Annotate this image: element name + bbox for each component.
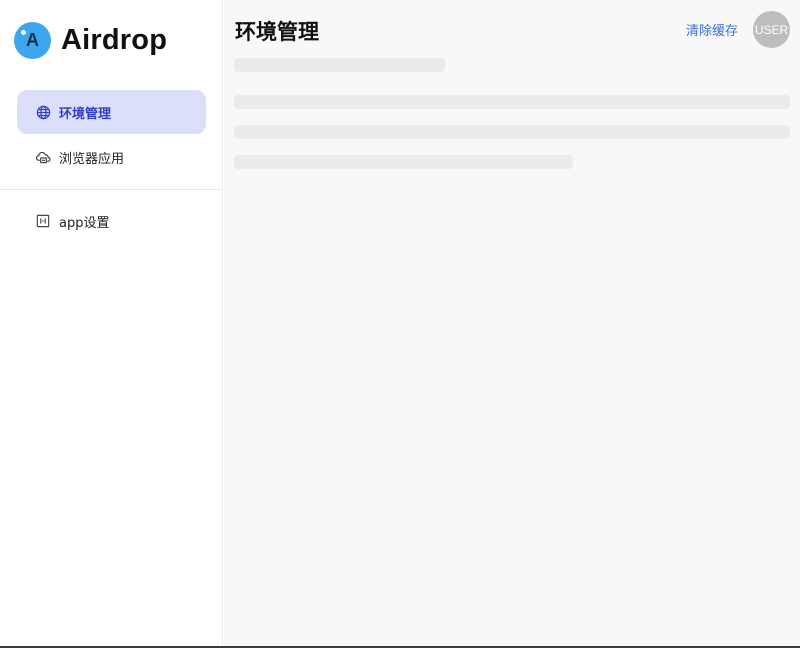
skeleton-line [234,58,445,72]
sidebar-divider [0,189,223,190]
airdrop-logo: A [14,22,51,59]
clear-cache-link[interactable]: 清除缓存 [686,20,738,39]
sidebar-item-label: 环境管理 [59,106,112,122]
logo-letter: A [26,30,39,50]
cloud-printer-icon [35,149,51,165]
main-content: 环境管理 清除缓存 USER [224,0,800,648]
panel-icon [35,213,51,229]
skeleton-line [234,125,790,139]
brand-name: Airdrop [61,24,168,56]
sidebar-item-label: 浏览器应用 [59,151,125,167]
page-title: 环境管理 [235,20,319,44]
skeleton-line [234,95,790,109]
brand[interactable]: A Airdrop [14,22,167,59]
sidebar-item-browser-apps[interactable]: 浏览器应用 [17,135,206,179]
app-window: A Airdrop 环境管理 浏览器应用 app设置 环境管理 清除缓存 USE… [0,0,800,648]
globe-icon [35,104,51,120]
sidebar-item-label: app设置 [59,215,110,231]
sidebar-item-environment[interactable]: 环境管理 [17,90,206,134]
sidebar-item-app-settings[interactable]: app设置 [17,199,206,243]
user-avatar[interactable]: USER [753,11,790,48]
skeleton-line [234,155,573,169]
logo-dot [21,30,26,35]
sidebar: A Airdrop 环境管理 浏览器应用 app设置 [0,0,223,648]
